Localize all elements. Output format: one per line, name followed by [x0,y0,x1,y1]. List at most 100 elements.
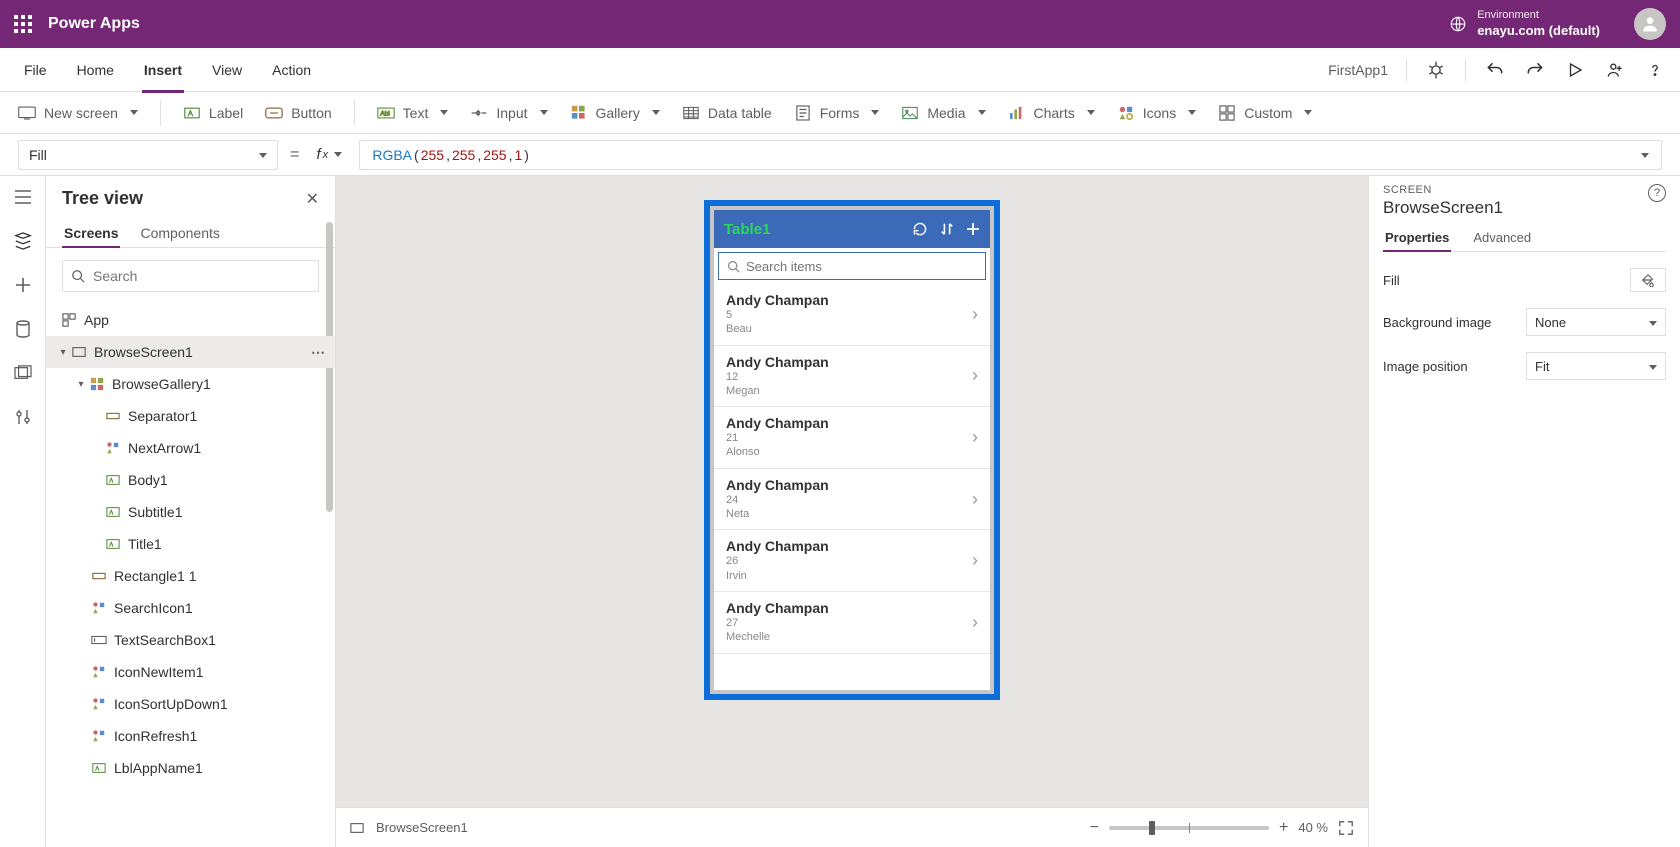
screen-icon [350,822,364,834]
menu-action[interactable]: Action [262,58,321,82]
data-table-button[interactable]: Data table [682,104,772,122]
redo-icon[interactable] [1524,59,1546,81]
add-icon[interactable] [12,274,34,296]
menu-view[interactable]: View [202,58,252,82]
tree-node-nextarrow1[interactable]: NextArrow1 [46,432,335,464]
text-button[interactable]: Abl Text [377,104,449,122]
chevron-right-icon[interactable]: › [972,427,978,448]
list-item[interactable]: Andy Champan 26 Irvin › [714,530,990,592]
help-icon[interactable] [1644,59,1666,81]
tree-node-iconsortupdown1[interactable]: IconSortUpDown1 [46,688,335,720]
list-item[interactable]: Andy Champan 21 Alonso › [714,407,990,469]
undo-icon[interactable] [1484,59,1506,81]
media-rail-icon[interactable] [12,362,34,384]
status-screen-label: BrowseScreen1 [376,820,468,835]
list-item[interactable]: Andy Champan 12 Megan › [714,346,990,408]
zoom-in-button[interactable]: + [1279,819,1288,837]
help-icon[interactable]: ? [1648,184,1666,202]
row-subtitle: Alonso [726,445,972,459]
input-button[interactable]: Input [470,104,547,122]
tree-node-iconnewitem1[interactable]: IconNewItem1 [46,656,335,688]
add-icon[interactable] [966,222,980,236]
bg-image-select[interactable]: None [1526,308,1666,336]
advanced-tools-icon[interactable] [12,406,34,428]
screen-selection[interactable]: Table1 Andy Champan 5 Beau › Andy Champa… [704,200,1000,700]
app-checker-icon[interactable] [1425,59,1447,81]
waffle-icon[interactable] [14,15,32,33]
menu-home[interactable]: Home [67,58,124,82]
charts-icon [1008,104,1026,122]
new-screen-button[interactable]: New screen [18,104,138,122]
list-item[interactable]: Andy Champan 5 Beau › [714,284,990,346]
row-subtitle: Mechelle [726,630,972,644]
tree-list: App ▾ BrowseScreen1 ⋯ ▾ BrowseGallery1 S… [46,304,335,847]
button-button[interactable]: Button [265,104,331,122]
tab-properties[interactable]: Properties [1383,224,1451,251]
tree-node-body1[interactable]: Body1 [46,464,335,496]
tab-screens[interactable]: Screens [62,219,120,247]
chevron-down-icon [255,147,267,163]
media-button[interactable]: Media [901,104,985,122]
zoom-out-button[interactable]: − [1090,819,1099,837]
environment-picker[interactable]: Environment enayu.com (default) [1449,8,1600,39]
close-icon[interactable]: ✕ [306,189,319,209]
tree-search-input[interactable] [93,268,310,284]
icon-node-icon [90,727,108,745]
tree-node-browsegallery1[interactable]: ▾ BrowseGallery1 [46,368,335,400]
tree-node-lblappname1[interactable]: LblAppName1 [46,752,335,784]
fit-icon[interactable] [1338,820,1354,836]
tree-node-textsearchbox1[interactable]: TextSearchBox1 [46,624,335,656]
formula-expand-icon[interactable] [1637,147,1649,163]
chevron-right-icon[interactable]: › [972,365,978,386]
tab-advanced[interactable]: Advanced [1471,224,1533,251]
property-selector[interactable]: Fill [18,140,278,170]
lbl-app-name: Table1 [724,221,900,238]
tree-node-iconrefresh1[interactable]: IconRefresh1 [46,720,335,752]
list-item[interactable]: Andy Champan 24 Neta › [714,469,990,531]
tree-search[interactable] [62,260,319,292]
more-icon[interactable]: ⋯ [311,344,327,361]
formula-bar: Fill = fx RGBA(255, 255, 255, 1) [0,134,1680,176]
chevron-right-icon[interactable]: › [972,612,978,633]
zoom-slider[interactable] [1109,826,1269,830]
data-icon[interactable] [12,318,34,340]
tree-node-rectangle11[interactable]: Rectangle1 1 [46,560,335,592]
icons-button[interactable]: Icons [1117,104,1196,122]
chevron-right-icon[interactable]: › [972,304,978,325]
list-item[interactable]: Andy Champan 27 Mechelle › [714,592,990,654]
app-icon [60,311,78,329]
fx-icon[interactable]: fx [311,146,347,163]
refresh-icon[interactable] [912,221,928,237]
tree-node-app[interactable]: App [46,304,335,336]
tree-view-icon[interactable] [12,230,34,252]
menu-file[interactable]: File [14,58,57,82]
forms-button[interactable]: Forms [794,104,880,122]
formula-input[interactable]: RGBA(255, 255, 255, 1) [359,140,1662,170]
chevron-right-icon[interactable]: › [972,489,978,510]
tab-components[interactable]: Components [138,219,221,247]
tree-node-subtitle1[interactable]: Subtitle1 [46,496,335,528]
search-input[interactable] [746,259,977,274]
image-position-select[interactable]: Fit [1526,352,1666,380]
tree-node-title1[interactable]: Title1 [46,528,335,560]
fill-color-swatch[interactable] [1630,268,1666,292]
tree-node-browsescreen1[interactable]: ▾ BrowseScreen1 ⋯ [46,336,335,368]
search-box[interactable] [718,252,986,280]
custom-button[interactable]: Custom [1218,104,1312,122]
hamburger-icon[interactable] [12,186,34,208]
user-avatar[interactable] [1634,8,1666,40]
label-button[interactable]: Label [183,104,243,122]
menu-insert[interactable]: Insert [134,58,192,82]
chevron-right-icon[interactable]: › [972,550,978,571]
tree-node-searchicon1[interactable]: SearchIcon1 [46,592,335,624]
tree-node-separator1[interactable]: Separator1 [46,400,335,432]
equals-label: = [290,146,299,164]
share-icon[interactable] [1604,59,1626,81]
canvas-stage[interactable]: Table1 Andy Champan 5 Beau › Andy Champa… [336,176,1368,807]
charts-button[interactable]: Charts [1008,104,1095,122]
sort-icon[interactable] [940,221,954,237]
row-title: Andy Champan [726,538,972,554]
row-number: 26 [726,554,972,568]
play-icon[interactable] [1564,59,1586,81]
gallery-button[interactable]: Gallery [570,104,660,122]
